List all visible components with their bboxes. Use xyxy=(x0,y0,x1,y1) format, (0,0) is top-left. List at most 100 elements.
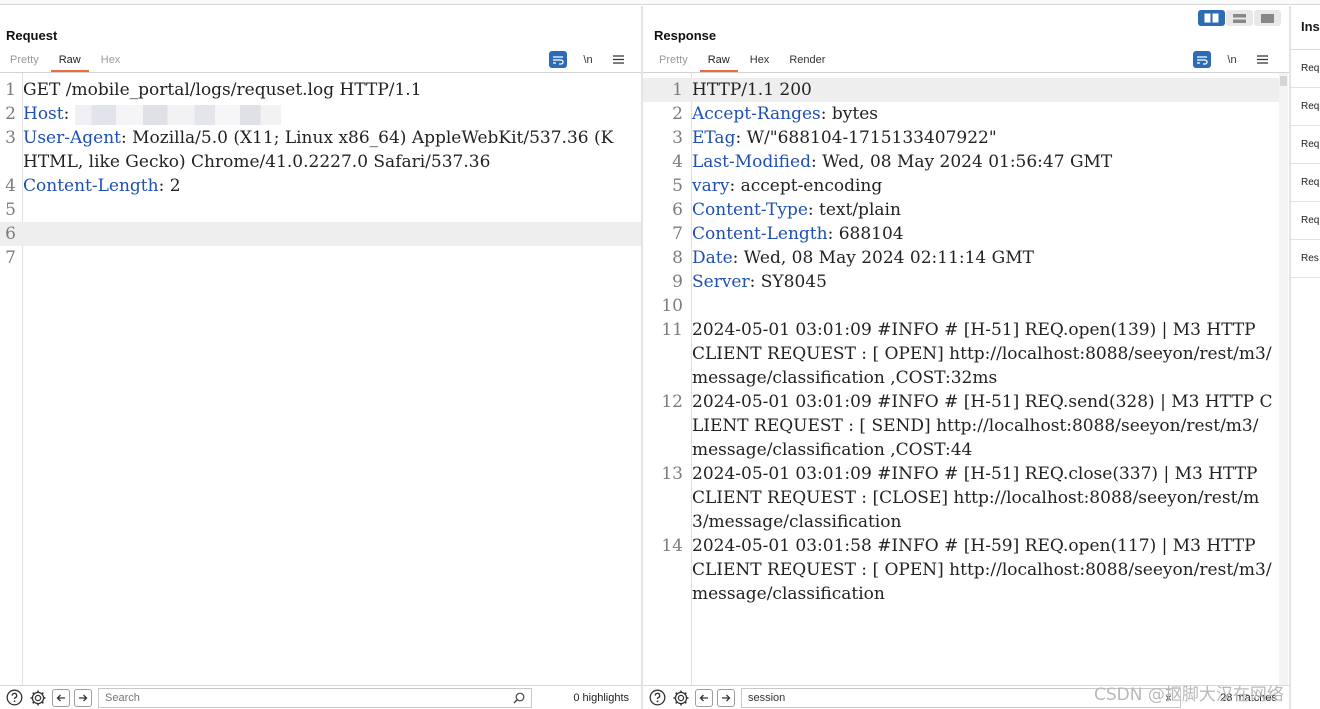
next-match-button[interactable] xyxy=(717,688,735,707)
columns-icon xyxy=(1204,13,1219,23)
help-button[interactable] xyxy=(647,688,667,708)
response-line: 6 Content-Type: text/plain xyxy=(672,200,901,220)
request-line: 7 xyxy=(5,248,16,268)
request-search-field xyxy=(98,687,532,708)
response-line: 8 Date: Wed, 08 May 2024 02:11:14 GMT xyxy=(672,248,1034,268)
response-pane: Response Pretty Raw Hex Render \n 1 HTTP/… xyxy=(643,6,1289,709)
inspector-panel: Ins Req Req Req Req Req Res xyxy=(1291,6,1320,709)
hamburger-icon xyxy=(1256,55,1268,64)
response-line: 2 Accept-Ranges: bytes xyxy=(672,104,879,124)
header-name: ETag xyxy=(692,128,736,148)
show-newlines-button[interactable]: \n xyxy=(579,51,597,68)
response-line: 3 ETag: W/"688104-1715133407922" xyxy=(672,128,997,148)
gear-icon xyxy=(30,690,46,705)
help-button[interactable] xyxy=(4,688,24,708)
response-line-current: 1 HTTP/1.1 200 xyxy=(643,78,1280,102)
tabbed-layout-button[interactable] xyxy=(1254,10,1281,26)
response-line: 13 2024-05-01 03:01:09 #INFO # [H-51] REQ… xyxy=(661,464,1263,532)
question-icon xyxy=(6,689,22,706)
request-line: 2 Host: xyxy=(0,102,641,126)
watermark: CSDN @抠脚大汉在网络 xyxy=(1094,685,1284,705)
redacted-host-value xyxy=(75,104,282,125)
word-wrap-button[interactable] xyxy=(549,51,567,68)
request-pane: Request Pretty Raw Hex \n 1 GET /mobile_p… xyxy=(0,6,641,709)
arrow-right-icon xyxy=(722,694,731,701)
request-line: 3 User-Agent: Mozilla/5.0 (X11; Linux x86… xyxy=(5,128,614,172)
show-newlines-button[interactable]: \n xyxy=(1223,51,1241,68)
side-by-side-layout-button[interactable] xyxy=(1198,10,1225,26)
response-line: 5 vary: accept-encoding xyxy=(672,176,883,196)
header-name: Accept-Ranges xyxy=(692,104,821,124)
settings-button[interactable] xyxy=(671,688,691,708)
inspector-section[interactable]: Req xyxy=(1291,50,1320,88)
window-top-edge xyxy=(0,0,1320,5)
response-scrollbar[interactable] xyxy=(1279,73,1288,685)
response-line: 9 Server: SY8045 xyxy=(672,272,827,292)
word-wrap-button[interactable] xyxy=(1193,51,1211,68)
response-tab-render[interactable]: Render xyxy=(779,53,835,72)
request-line-current: 6 xyxy=(0,222,641,246)
response-line: 14 2024-05-01 03:01:58 #INFO # [H-59] REQ… xyxy=(661,536,1272,604)
header-name: Content-Length xyxy=(692,224,828,244)
rows-icon xyxy=(1233,13,1246,23)
response-tabs: Pretty Raw Hex Render xyxy=(649,53,835,73)
header-name: Content-Type xyxy=(692,200,808,220)
request-line: 1 GET /mobile_portal/logs/requset.log HTT… xyxy=(5,80,422,100)
gear-icon xyxy=(673,690,689,705)
previous-match-button[interactable] xyxy=(695,688,713,707)
arrow-left-icon xyxy=(699,694,708,701)
response-line: 12 2024-05-01 03:01:09 #INFO # [H-51] REQ… xyxy=(661,392,1273,460)
request-title: Request xyxy=(6,28,58,43)
request-search-input[interactable] xyxy=(105,691,525,704)
header-name: User-Agent xyxy=(23,128,121,148)
inspector-section[interactable]: Req xyxy=(1291,164,1320,202)
request-line: 5 xyxy=(5,200,16,220)
request-line: 4 Content-Length: 2 xyxy=(5,176,181,196)
inspector-section[interactable]: Req xyxy=(1291,126,1320,164)
wrap-lines-icon xyxy=(553,55,564,65)
arrow-left-icon xyxy=(56,694,65,701)
editor-menu-button[interactable] xyxy=(1253,51,1271,68)
response-tab-pretty[interactable]: Pretty xyxy=(649,53,698,72)
response-line: 10 xyxy=(661,296,683,316)
layout-toggle xyxy=(1198,10,1281,26)
inspector-section[interactable]: Req xyxy=(1291,202,1320,240)
request-editor-tools: \n xyxy=(549,51,627,68)
stacked-layout-button[interactable] xyxy=(1226,10,1253,26)
header-name: Host xyxy=(23,104,64,124)
response-tab-raw[interactable]: Raw xyxy=(698,53,740,72)
header-name: Date xyxy=(692,248,733,268)
response-title: Response xyxy=(654,28,717,43)
arrow-right-icon xyxy=(79,694,88,701)
response-tab-hex[interactable]: Hex xyxy=(740,53,780,72)
response-line: 4 Last-Modified: Wed, 08 May 2024 01:56:4… xyxy=(672,152,1113,172)
settings-button[interactable] xyxy=(28,688,48,708)
request-tab-hex[interactable]: Hex xyxy=(91,53,131,72)
question-icon xyxy=(649,689,665,706)
response-line: 11 2024-05-01 03:01:09 #INFO # [H-51] REQ… xyxy=(661,320,1272,388)
hamburger-icon xyxy=(612,55,624,64)
header-name: Server xyxy=(692,272,750,292)
next-match-button[interactable] xyxy=(74,688,92,707)
scrollbar-thumb[interactable] xyxy=(1280,76,1287,86)
inspector-section[interactable]: Res xyxy=(1291,240,1320,278)
wrap-lines-icon xyxy=(1197,55,1208,65)
request-tab-raw[interactable]: Raw xyxy=(49,53,91,72)
response-editor-tools: \n xyxy=(1193,51,1271,68)
magnifier-icon[interactable] xyxy=(513,692,525,704)
response-editor[interactable]: 1 HTTP/1.1 200 2 Accept-Ranges: bytes 3 ETa… xyxy=(643,73,1280,685)
inspector-section[interactable]: Req xyxy=(1291,88,1320,126)
request-search-bar: 0 highlights xyxy=(0,685,641,709)
request-editor[interactable]: 1 GET /mobile_portal/logs/requset.log HTT… xyxy=(0,73,641,685)
editor-menu-button[interactable] xyxy=(609,51,627,68)
response-line: 7 Content-Length: 688104 xyxy=(672,224,904,244)
header-name: vary xyxy=(692,176,730,196)
highlight-count: 0 highlights xyxy=(573,691,629,704)
previous-match-button[interactable] xyxy=(52,688,70,707)
request-tab-pretty[interactable]: Pretty xyxy=(0,53,49,72)
header-name: Last-Modified xyxy=(692,152,811,172)
inspector-title: Ins xyxy=(1291,6,1320,50)
single-pane-icon xyxy=(1261,13,1274,23)
request-tabs: Pretty Raw Hex xyxy=(0,53,130,73)
header-name: Content-Length xyxy=(23,176,159,196)
